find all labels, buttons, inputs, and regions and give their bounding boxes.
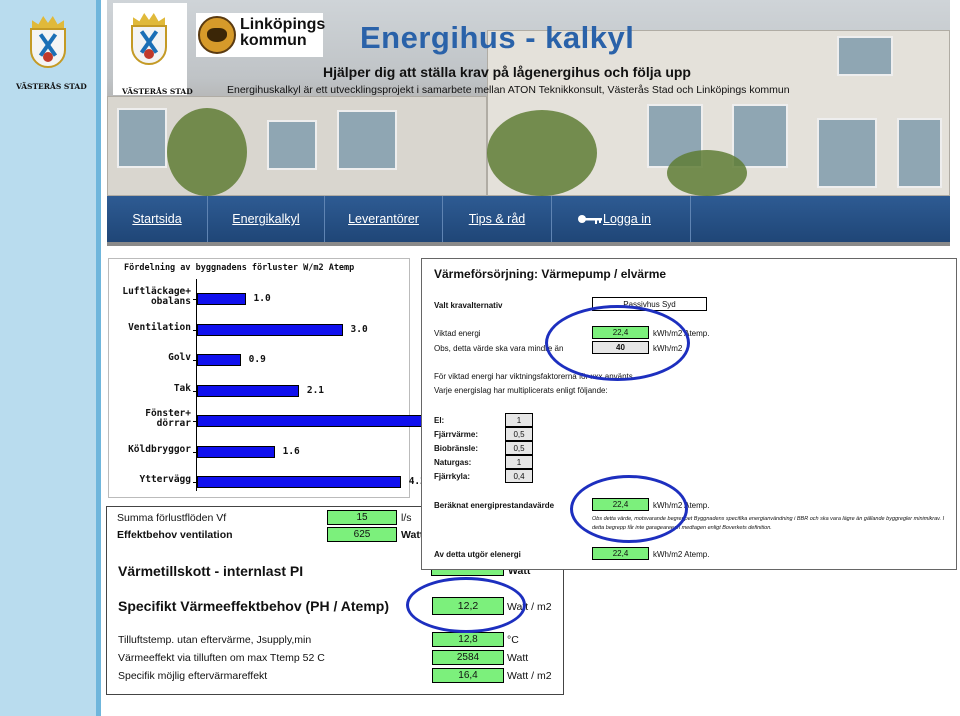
chart-category-label: Yttervägg	[139, 474, 191, 485]
chart-value-label: 0.9	[248, 354, 266, 365]
nav-startsida[interactable]: Startsida	[107, 196, 208, 242]
main-nav: Startsida Energikalkyl Leverantörer Tips…	[107, 196, 950, 242]
limit-note-label: Obs, detta värde ska vara mindre än	[434, 344, 564, 353]
chart-category-label: Fönster+ dörrar	[145, 408, 191, 429]
after-heat-label: Specifik möjlig eftervärmareffekt	[118, 670, 268, 682]
chart-title: Fördelning av byggnadens förluster W/m2 …	[124, 263, 355, 273]
loss-distribution-chart: Fördelning av byggnadens förluster W/m2 …	[108, 258, 465, 498]
chart-category-label: Ventilation	[128, 321, 191, 333]
heat-supply-panel: Värmeförsörjning: Värmepump / elvärme Va…	[421, 258, 957, 570]
factor-value-fjarrkyla: 0,4	[505, 469, 533, 483]
chart-bar	[197, 476, 401, 488]
supply-temp-unit: °C	[507, 634, 519, 646]
chart-bar	[197, 323, 343, 336]
chart-value-label: 1.6	[282, 445, 300, 457]
flow-sum-label: Summa förlustflöden Vf	[117, 512, 227, 524]
chart-bar	[197, 354, 241, 366]
chart-value-label: 3.0	[350, 323, 368, 335]
electric-share-label: Av detta utgör elenergi	[434, 550, 521, 559]
chart-bar	[197, 293, 246, 305]
ventilation-effect-value: 625	[327, 527, 397, 542]
vasteras-crest-icon	[127, 11, 171, 67]
vasteras-crest-icon	[26, 14, 70, 70]
nav-energikalkyl[interactable]: Energikalkyl	[208, 196, 325, 242]
factor-label-naturgas: Naturgas:	[434, 458, 472, 467]
nav-logga-in[interactable]: Logga in	[603, 196, 691, 242]
chart-category-label: Golv	[168, 352, 191, 363]
after-heat-unit: Watt / m2	[507, 670, 552, 682]
internal-heat-heading: Värmetillskott - internlast PI	[118, 563, 304, 579]
bear-icon	[198, 16, 236, 54]
supply-heat-value: 2584	[432, 650, 504, 665]
highlight-specific-heat	[406, 577, 526, 633]
electric-share-unit: kWh/m2 Atemp.	[653, 550, 710, 559]
page-subtitle: Hjälper dig att ställa krav på lågenergi…	[323, 64, 691, 80]
factor-value-naturgas: 1	[505, 455, 533, 469]
factor-label-el: El:	[434, 416, 445, 425]
chart-bar	[197, 445, 275, 458]
supply-temp-value: 12,8	[432, 632, 504, 647]
requirement-alt-label: Valt kravalternativ	[434, 301, 503, 310]
key-icon	[578, 215, 602, 224]
heat-supply-heading: Värmeförsörjning: Värmepump / elvärme	[434, 267, 667, 281]
electric-share-value: 22,4	[592, 547, 649, 560]
factor-value-biobransle: 0,5	[505, 441, 533, 455]
calc-energy-label: Beräknat energiprestandavärde	[434, 501, 555, 510]
vasteras-caption: VÄSTERÅS STAD	[16, 82, 87, 91]
highlight-weighted-energy	[545, 305, 690, 381]
flow-sum-unit: l/s	[401, 512, 412, 524]
chart-category-label: Luftläckage+ obalans	[122, 286, 191, 307]
nav-leverantorer[interactable]: Leverantörer	[325, 196, 443, 242]
weighted-energy-label: Viktad energi	[434, 329, 481, 338]
highlight-calc-energy	[570, 475, 688, 543]
nav-divider	[107, 242, 950, 246]
sidebar-divider	[96, 0, 101, 716]
specific-heat-heading: Specifikt Värmeeffektbehov (PH / Atemp)	[118, 598, 389, 614]
chart-value-label: 2.1	[306, 384, 325, 396]
chart-bar	[197, 384, 299, 397]
page-title: Energihus - kalkyl	[360, 20, 635, 55]
factor-label-fjarrvarme: Fjärrvärme:	[434, 430, 479, 439]
ventilation-effect-label: Effektbehov ventilation	[117, 529, 233, 541]
factor-label-biobransle: Biobränsle:	[434, 444, 479, 453]
supply-temp-label: Tilluftstemp. utan eftervärme, Jsupply,m…	[118, 634, 312, 646]
ventilation-effect-unit: Watt	[401, 529, 424, 541]
supply-heat-label: Värmeeffekt via tilluften om max Ttemp 5…	[118, 652, 325, 664]
project-description: Energihuskalkyl är ett utvecklingsprojek…	[227, 84, 790, 96]
chart-value-label: 1.0	[253, 293, 271, 304]
nav-tips-rad[interactable]: Tips & råd	[443, 196, 552, 242]
vasteras-caption: VÄSTERÅS STAD	[122, 87, 193, 96]
factor-label-fjarrkyla: Fjärrkyla:	[434, 472, 471, 481]
chart-bar	[197, 415, 440, 427]
vasteras-logo[interactable]: VÄSTERÅS STAD	[113, 3, 193, 96]
factor-value-el: 1	[505, 413, 533, 427]
after-heat-value: 16,4	[432, 668, 504, 683]
factor-note-2: Varje energislag har multiplicerats enli…	[434, 386, 608, 395]
linkoping-name: Linköpings kommun	[240, 16, 326, 49]
left-sidebar: VÄSTERÅS STAD	[0, 0, 96, 716]
chart-category-label: Tak	[173, 382, 191, 394]
chart-category-label: Köldbryggor	[128, 443, 191, 455]
factor-value-fjarrvarme: 0,5	[505, 427, 533, 441]
flow-sum-value: 15	[327, 510, 397, 525]
supply-heat-unit: Watt	[507, 652, 529, 664]
